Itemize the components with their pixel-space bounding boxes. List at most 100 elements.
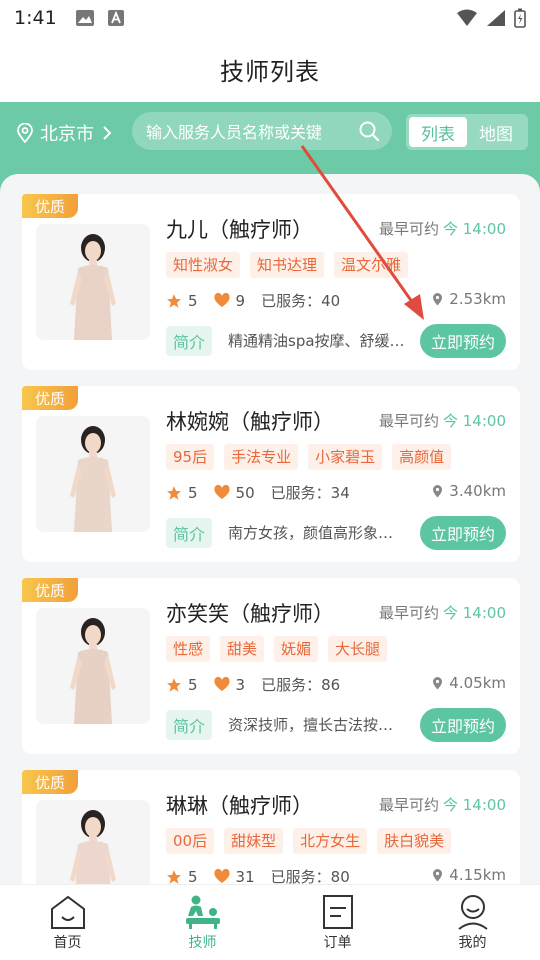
tab-profile-label: 我的 xyxy=(458,934,487,951)
distance: 4.15km xyxy=(432,866,506,884)
location-pin-icon xyxy=(433,869,443,882)
technician-stats: 5 50 已服务： 34 xyxy=(166,482,350,503)
tab-technician[interactable]: 技师 xyxy=(135,885,270,960)
technician-stats: 5 31 已服务： 80 xyxy=(166,866,350,884)
earliest-available: 最早可约今 14:00 xyxy=(379,602,506,623)
signal-icon xyxy=(487,10,505,26)
heart-icon xyxy=(214,677,230,691)
search-icon[interactable] xyxy=(358,120,380,142)
technician-card[interactable]: 优质 九儿（触疗师） 最早可约今 14:00 知性淑女 知书达理 温文尔雅 5 9 … xyxy=(22,194,520,370)
image-icon xyxy=(75,10,94,26)
likes-value: 9 xyxy=(235,291,246,310)
technician-list: 优质 九儿（触疗师） 最早可约今 14:00 知性淑女 知书达理 温文尔雅 5 9 … xyxy=(0,174,540,884)
intro-text: 精通精油spa按摩、舒缓… xyxy=(228,332,405,350)
rating-value: 5 xyxy=(188,291,198,310)
technician-photo xyxy=(36,800,150,884)
search-placeholder: 输入服务人员名称或关键 xyxy=(146,123,323,142)
status-time: 1:41 xyxy=(14,7,57,29)
tag: 甜妹型 xyxy=(224,828,284,854)
star-icon xyxy=(167,677,181,692)
technician-stats: 5 9 已服务： 40 xyxy=(166,290,340,311)
technician-name[interactable]: 九儿（触疗师） xyxy=(166,214,313,244)
distance: 4.05km xyxy=(432,674,506,692)
heart-icon xyxy=(214,485,230,499)
city-selector[interactable]: 北京市 xyxy=(16,120,112,146)
book-now-button[interactable]: 立即预约 xyxy=(420,516,506,550)
technician-card[interactable]: 优质 琳琳（触疗师） 最早可约今 14:00 00后 甜妹型 北方女生 肤白貌美 5 … xyxy=(22,770,520,884)
star-icon xyxy=(167,485,181,500)
quality-badge: 优质 xyxy=(22,578,78,602)
search-input[interactable]: 输入服务人员名称或关键 xyxy=(132,112,392,150)
distance-value: 4.05km xyxy=(449,674,506,692)
status-bar: 1:41 xyxy=(0,0,540,36)
tag: 小家碧玉 xyxy=(308,444,383,470)
bottom-tab-bar: 首页 技师 订单 我的 xyxy=(0,884,540,960)
intro-label: 简介 xyxy=(166,326,212,356)
distance-value: 3.40km xyxy=(449,482,506,500)
tab-orders[interactable]: 订单 xyxy=(270,885,405,960)
font-a-icon xyxy=(107,10,124,26)
served-label: 已服务： xyxy=(270,868,331,884)
tag: 甜美 xyxy=(220,636,265,662)
quality-badge: 优质 xyxy=(22,770,78,794)
technician-card[interactable]: 优质 亦笑笑（触疗师） 最早可约今 14:00 性感 甜美 妩媚 大长腿 5 3 已服… xyxy=(22,578,520,754)
distance-value: 4.15km xyxy=(449,866,506,884)
distance: 3.40km xyxy=(432,482,506,500)
home-icon xyxy=(50,895,85,929)
rating-value: 5 xyxy=(188,867,198,885)
distance-value: 2.53km xyxy=(449,290,506,308)
earliest-time: 今 14:00 xyxy=(443,796,506,814)
earliest-label: 最早可约 xyxy=(378,412,439,430)
tag: 性感 xyxy=(166,636,211,662)
quality-badge: 优质 xyxy=(22,194,78,218)
tag: 大长腿 xyxy=(328,636,388,662)
wifi-icon xyxy=(457,9,477,26)
tab-list-view[interactable]: 列表 xyxy=(409,117,467,147)
book-now-button[interactable]: 立即预约 xyxy=(420,324,506,358)
earliest-label: 最早可约 xyxy=(378,220,439,238)
city-label: 北京市 xyxy=(40,124,94,145)
technician-name[interactable]: 亦笑笑（触疗师） xyxy=(166,598,334,628)
served-label: 已服务： xyxy=(261,676,322,694)
tab-map-view[interactable]: 地图 xyxy=(467,117,525,147)
likes-value: 3 xyxy=(235,675,246,694)
technician-card[interactable]: 优质 林婉婉（触疗师） 最早可约今 14:00 95后 手法专业 小家碧玉 高颜值 5… xyxy=(22,386,520,562)
technician-name[interactable]: 林婉婉（触疗师） xyxy=(166,406,334,436)
profile-icon xyxy=(457,894,488,930)
technician-photo xyxy=(36,224,150,340)
intro-label: 简介 xyxy=(166,710,212,740)
tag: 手法专业 xyxy=(224,444,299,470)
technician-name[interactable]: 琳琳（触疗师） xyxy=(166,790,313,820)
technician-photo xyxy=(36,416,150,532)
served-label: 已服务： xyxy=(270,484,331,502)
earliest-time: 今 14:00 xyxy=(443,412,506,430)
tag: 知书达理 xyxy=(250,252,325,278)
earliest-available: 最早可约今 14:00 xyxy=(379,794,506,815)
tab-home[interactable]: 首页 xyxy=(0,885,135,960)
tab-home-label: 首页 xyxy=(53,934,82,951)
tag-list: 知性淑女 知书达理 温文尔雅 xyxy=(166,252,409,278)
book-now-button[interactable]: 立即预约 xyxy=(420,708,506,742)
tag: 肤白貌美 xyxy=(377,828,452,854)
earliest-available: 最早可约今 14:00 xyxy=(379,410,506,431)
star-icon xyxy=(167,293,181,308)
battery-icon xyxy=(514,8,526,28)
tag: 00后 xyxy=(166,828,215,854)
likes-value: 31 xyxy=(235,867,255,885)
technician-stats: 5 3 已服务： 86 xyxy=(166,674,340,695)
served-value: 86 xyxy=(321,675,341,694)
tag: 95后 xyxy=(166,444,215,470)
heart-icon xyxy=(214,293,230,307)
earliest-available: 最早可约今 14:00 xyxy=(379,218,506,239)
tab-technician-label: 技师 xyxy=(188,934,217,951)
location-pin-icon xyxy=(433,485,443,498)
location-pin-icon xyxy=(433,677,443,690)
tab-orders-label: 订单 xyxy=(323,934,352,951)
served-value: 40 xyxy=(321,291,341,310)
location-pin-icon xyxy=(433,293,443,306)
tag: 北方女生 xyxy=(293,828,368,854)
tab-profile[interactable]: 我的 xyxy=(405,885,540,960)
earliest-label: 最早可约 xyxy=(378,604,439,622)
location-pin-icon xyxy=(17,123,33,143)
tag: 温文尔雅 xyxy=(334,252,409,278)
